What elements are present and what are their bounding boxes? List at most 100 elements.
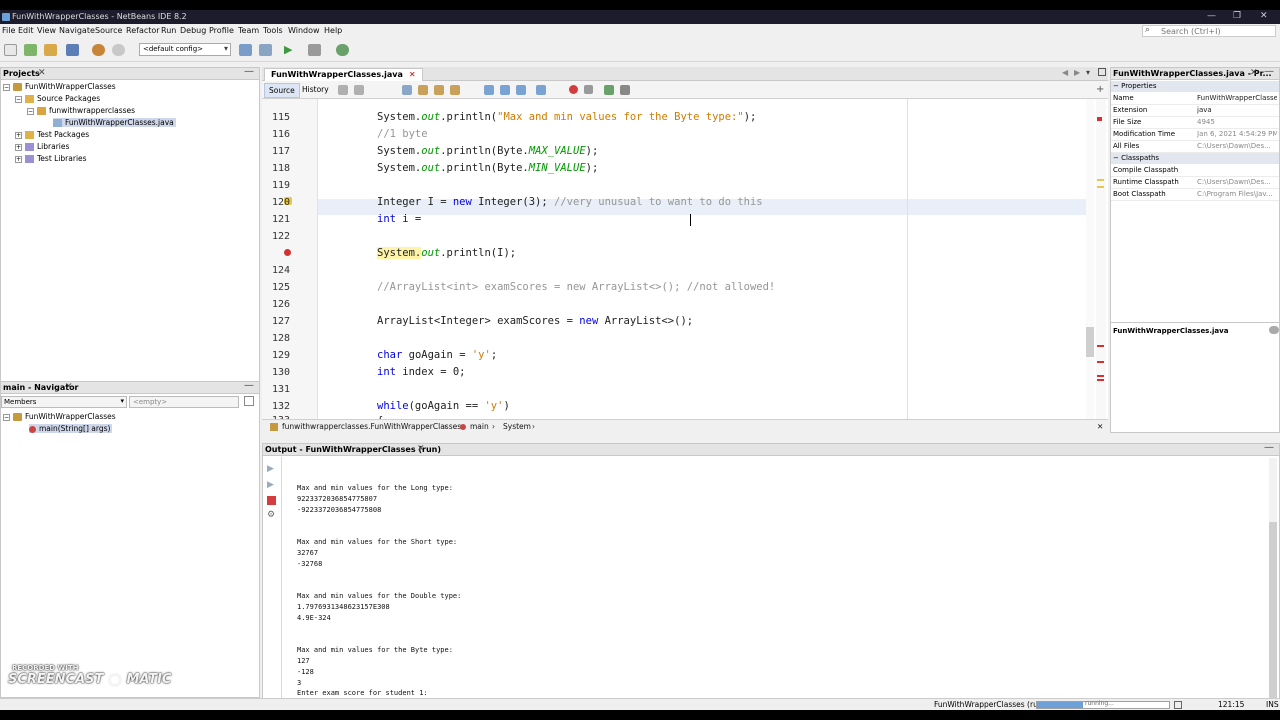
add-icon[interactable]: + xyxy=(1096,84,1104,95)
properties-section-header[interactable]: − Properties xyxy=(1111,81,1279,92)
property-row[interactable]: Runtime Classpath C:\Users\Dawn\Des... xyxy=(1111,177,1279,189)
new-project-icon[interactable] xyxy=(24,44,37,56)
close-icon[interactable]: ✕ xyxy=(1250,68,1258,78)
property-row[interactable]: Boot Classpath C:\Program Files\Jav... xyxy=(1111,189,1279,201)
config-select[interactable]: <default config> ▾ xyxy=(139,43,231,56)
warning-marker[interactable] xyxy=(1097,179,1104,181)
minimize-icon[interactable]: — xyxy=(1207,11,1216,21)
menu-view[interactable]: View xyxy=(37,26,56,35)
editor-vertical-scrollbar[interactable] xyxy=(1086,99,1094,419)
back-icon[interactable] xyxy=(338,85,348,95)
debug-icon[interactable] xyxy=(308,44,321,56)
shift-left-icon[interactable] xyxy=(484,85,494,95)
toggle-highlight-icon[interactable] xyxy=(450,85,460,95)
property-row[interactable]: Compile Classpath xyxy=(1111,165,1279,177)
search-input[interactable]: Search (Ctrl+I) xyxy=(1161,27,1221,36)
minimize-panel-icon[interactable]: — xyxy=(244,380,254,391)
error-icon[interactable] xyxy=(284,249,291,256)
search-box[interactable]: ⌕ Search (Ctrl+I) xyxy=(1142,25,1276,37)
tree-item-libraries[interactable]: + Libraries xyxy=(15,142,69,151)
menu-team[interactable]: Team xyxy=(238,26,259,35)
projects-tab[interactable]: Projects ✕ — xyxy=(1,66,259,80)
close-window-icon[interactable]: ✕ xyxy=(1260,11,1268,21)
menu-run[interactable]: Run xyxy=(161,26,176,35)
tree-item-project[interactable]: − FunWithWrapperClasses xyxy=(3,82,116,91)
menu-help[interactable]: Help xyxy=(324,26,342,35)
scrollbar-thumb[interactable] xyxy=(1269,522,1277,698)
close-icon[interactable]: ✕ xyxy=(65,382,73,392)
navigator-options-icon[interactable] xyxy=(244,396,254,406)
tree-item-test-libraries[interactable]: + Test Libraries xyxy=(15,154,87,163)
tree-item-java-file[interactable]: FunWithWrapperClasses.java xyxy=(53,118,176,127)
collapse-icon[interactable]: − xyxy=(27,107,34,115)
source-tab[interactable]: Source xyxy=(264,83,300,98)
new-file-icon[interactable] xyxy=(4,44,17,56)
menu-file[interactable]: File xyxy=(2,26,15,35)
collapse-icon[interactable]: − xyxy=(15,95,22,103)
classpaths-section-header[interactable]: − Classpaths xyxy=(1111,153,1279,164)
tab-list-icon[interactable]: ▾ xyxy=(1086,68,1090,77)
navigator-filter-input[interactable]: <empty> xyxy=(129,396,239,408)
error-marker[interactable] xyxy=(1097,375,1104,377)
build-icon[interactable] xyxy=(239,44,252,56)
menu-debug[interactable]: Debug xyxy=(180,26,206,35)
close-icon[interactable]: ✕ xyxy=(38,68,46,78)
save-all-icon[interactable] xyxy=(66,44,79,56)
comment-icon[interactable] xyxy=(516,85,526,95)
line-icon[interactable] xyxy=(620,85,630,95)
editor-tab-file[interactable]: FunWithWrapperClasses.java ✕ xyxy=(264,68,423,81)
task-progress-bar[interactable]: running... xyxy=(1036,700,1170,709)
redo-icon[interactable] xyxy=(112,44,125,56)
breadcrumb-system[interactable]: System xyxy=(503,422,531,431)
error-marker[interactable] xyxy=(1097,345,1104,347)
find-next-icon[interactable] xyxy=(434,85,444,95)
record-macro-icon[interactable] xyxy=(569,85,578,94)
rerun-icon[interactable]: ▶ xyxy=(267,464,274,474)
close-icon[interactable]: ✕ xyxy=(1097,422,1103,431)
profile-icon[interactable] xyxy=(336,44,349,56)
property-row[interactable]: Modification Time Jan 6, 2021 4:54:29 PM xyxy=(1111,129,1279,141)
scroll-left-icon[interactable]: ◀ xyxy=(1062,68,1068,77)
stop-macro-icon[interactable] xyxy=(584,85,593,94)
menu-tools[interactable]: Tools xyxy=(263,26,283,35)
minimize-panel-icon[interactable]: — xyxy=(244,66,254,77)
menu-profile[interactable]: Profile xyxy=(209,26,234,35)
navigator-method-item[interactable]: main(String[] args) xyxy=(29,424,113,433)
find-prev-icon[interactable] xyxy=(418,85,428,95)
scroll-right-icon[interactable]: ▶ xyxy=(1074,68,1080,77)
error-marker[interactable] xyxy=(1097,361,1104,363)
expand-icon[interactable]: + xyxy=(15,131,22,139)
uncomment-icon[interactable] xyxy=(536,85,546,95)
menu-navigate[interactable]: Navigate xyxy=(59,26,95,35)
error-marker[interactable] xyxy=(1097,379,1104,381)
minimize-panel-icon[interactable]: — xyxy=(1264,442,1274,453)
menu-refactor[interactable]: Refactor xyxy=(126,26,160,35)
menu-source[interactable]: Source xyxy=(95,26,122,35)
navigator-class-item[interactable]: − FunWithWrapperClasses xyxy=(3,412,116,421)
output-tab[interactable]: Output - FunWithWrapperClasses (run) ✕ — xyxy=(263,442,1279,456)
toggle-icon[interactable] xyxy=(1269,326,1279,334)
tree-item-package[interactable]: − funwithwrapperclasses xyxy=(27,106,135,115)
run-icon[interactable]: ▶ xyxy=(284,43,292,56)
expand-icon[interactable]: + xyxy=(15,155,22,163)
undo-icon[interactable] xyxy=(92,44,105,56)
collapse-icon[interactable]: − xyxy=(3,83,10,91)
forward-icon[interactable] xyxy=(354,85,364,95)
clean-build-icon[interactable] xyxy=(259,44,272,56)
property-row[interactable]: Extension java xyxy=(1111,105,1279,117)
open-project-icon[interactable] xyxy=(44,44,57,56)
notifications-icon[interactable] xyxy=(1174,701,1182,709)
members-filter-select[interactable]: Members ▾ xyxy=(1,396,127,408)
property-row[interactable]: File Size 4945 xyxy=(1111,117,1279,129)
breadcrumb-method[interactable]: main xyxy=(470,422,489,431)
navigator-tab[interactable]: main - Navigator ✕ — xyxy=(1,380,259,394)
history-tab[interactable]: History xyxy=(298,83,333,96)
rerun-with-options-icon[interactable]: ▶ xyxy=(267,480,274,490)
running-task-label[interactable]: FunWithWrapperClasses (run) xyxy=(934,700,1046,709)
warning-marker[interactable] xyxy=(1097,186,1104,188)
shift-right-icon[interactable] xyxy=(500,85,510,95)
close-icon[interactable]: ✕ xyxy=(409,70,416,79)
error-marker[interactable] xyxy=(1097,117,1102,121)
properties-tab[interactable]: FunWithWrapperClasses.java - Pr... ✕ — xyxy=(1111,66,1279,80)
settings-icon[interactable]: ⚙ xyxy=(267,510,275,520)
